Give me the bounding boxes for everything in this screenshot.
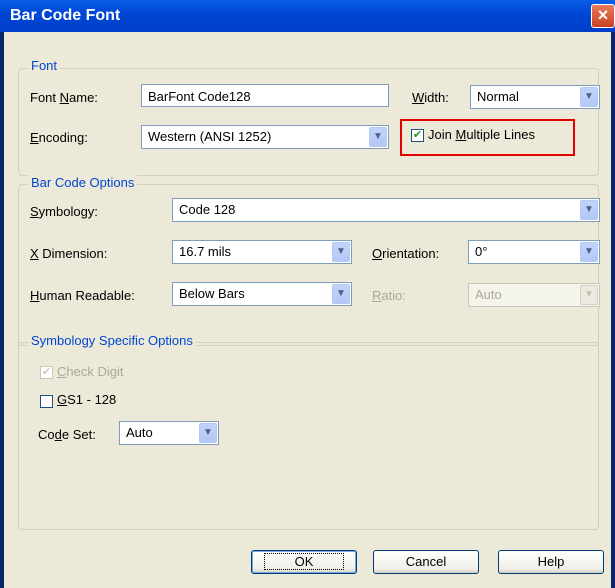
ok-button[interactable]: OK (251, 550, 357, 574)
encoding-select[interactable]: Western (ANSI 1252) ▼ (141, 125, 389, 149)
font-name-value: BarFont Code128 (148, 89, 251, 104)
ok-label: OK (263, 553, 345, 570)
x-dimension-select[interactable]: 16.7 mils ▼ (172, 240, 352, 264)
title-bar[interactable]: Bar Code Font × (0, 0, 615, 32)
width-value: Normal (477, 89, 519, 104)
chevron-down-icon: ▼ (580, 285, 598, 305)
window-title: Bar Code Font (10, 7, 121, 24)
close-icon: × (597, 5, 609, 25)
human-readable-value: Below Bars (179, 286, 245, 301)
symbology-label: Symbology: (30, 204, 98, 219)
chevron-down-icon[interactable]: ▼ (369, 127, 387, 147)
ratio-select: Auto ▼ (468, 283, 600, 307)
human-readable-label: Human Readable: (30, 288, 135, 303)
code-set-label: Code Set: (38, 427, 96, 442)
orientation-label: Orientation: (372, 246, 440, 261)
cancel-button[interactable]: Cancel (373, 550, 479, 574)
check-digit-label: Check Digit (57, 364, 124, 379)
chevron-down-icon[interactable]: ▼ (332, 284, 350, 304)
symbology-value: Code 128 (179, 202, 236, 217)
human-readable-select[interactable]: Below Bars ▼ (172, 282, 352, 306)
ratio-value: Auto (475, 287, 502, 302)
gs1-label[interactable]: GS1 - 128 (57, 392, 116, 407)
encoding-value: Western (ANSI 1252) (148, 129, 272, 144)
join-lines-checkbox[interactable]: ✔ (411, 129, 424, 142)
chevron-down-icon[interactable]: ▼ (580, 242, 598, 262)
symbology-select[interactable]: Code 128 ▼ (172, 198, 600, 222)
checkmark-icon: ✔ (412, 129, 423, 141)
x-dimension-value: 16.7 mils (179, 244, 232, 259)
orientation-select[interactable]: 0° ▼ (468, 240, 600, 264)
encoding-label: Encoding: (30, 130, 88, 145)
width-label: Width: (412, 90, 449, 105)
dialog-window: Bar Code Font × Font Font Name: BarFont … (0, 0, 615, 588)
width-select[interactable]: Normal ▼ (470, 85, 600, 109)
font-name-label: Font Name: (30, 90, 98, 105)
font-group-label: Font (28, 58, 61, 73)
font-name-field[interactable]: BarFont Code128 (141, 84, 389, 107)
ratio-label: Ratio: (372, 288, 406, 303)
chevron-down-icon[interactable]: ▼ (580, 87, 598, 107)
code-set-value: Auto (126, 425, 153, 440)
close-button[interactable]: × (591, 4, 615, 28)
chevron-down-icon[interactable]: ▼ (332, 242, 350, 262)
specific-group-label: Symbology Specific Options (28, 333, 196, 348)
chevron-down-icon[interactable]: ▼ (199, 423, 217, 443)
x-dimension-label: X Dimension: (30, 246, 108, 261)
cancel-label: Cancel (405, 554, 447, 569)
dialog-client: Font Font Name: BarFont Code128 Width: N… (4, 32, 611, 588)
orientation-value: 0° (475, 244, 488, 259)
join-lines-label[interactable]: Join Multiple Lines (428, 127, 535, 142)
help-label: Help (537, 554, 565, 569)
help-button[interactable]: Help (498, 550, 604, 574)
gs1-checkbox[interactable] (40, 395, 53, 408)
checkmark-icon: ✔ (41, 366, 52, 378)
options-group-label: Bar Code Options (28, 175, 138, 190)
check-digit-checkbox: ✔ (40, 366, 53, 379)
code-set-select[interactable]: Auto ▼ (119, 421, 219, 445)
chevron-down-icon[interactable]: ▼ (580, 200, 598, 220)
